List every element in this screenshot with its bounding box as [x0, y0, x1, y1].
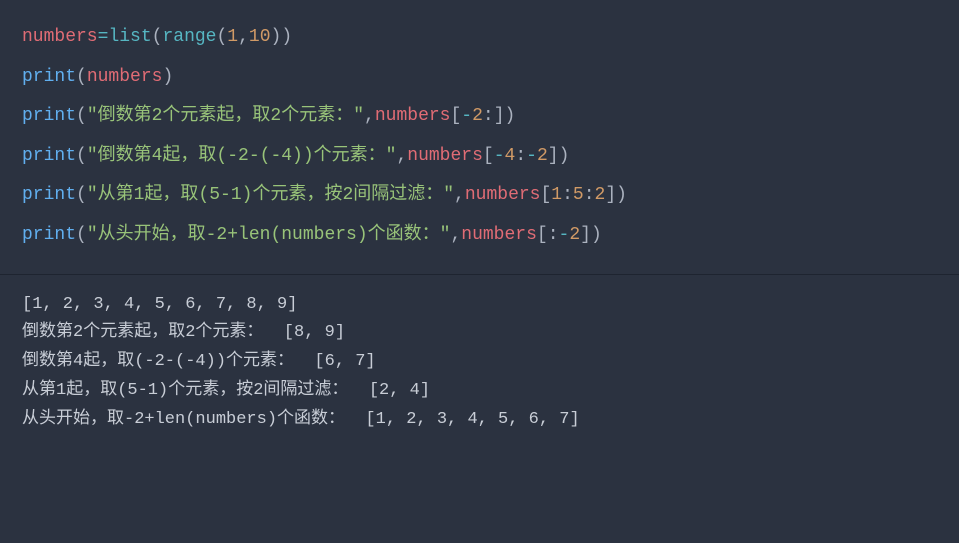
code-line: print("倒数第2个元素起，取2个元素：",numbers[-2:]) [22, 97, 937, 137]
code-line: numbers=list(range(1,10)) [22, 18, 937, 58]
code-token: 1 [551, 185, 562, 205]
code-token: ( [76, 185, 87, 205]
code-token: numbers [87, 67, 163, 87]
code-token: - [559, 225, 570, 245]
code-token: 1 [227, 27, 238, 47]
code-token: : [584, 185, 595, 205]
code-token: ( [76, 67, 87, 87]
code-token: "倒数第4起，取(-2-(-4))个元素：" [87, 146, 397, 166]
code-token: ]) [605, 185, 627, 205]
code-token: numbers [407, 146, 483, 166]
code-token: )) [271, 27, 293, 47]
code-token: , [364, 106, 375, 126]
code-token: = [98, 27, 109, 47]
code-token: "倒数第2个元素起，取2个元素：" [87, 106, 364, 126]
code-token: : [515, 146, 526, 166]
code-token: 2 [595, 185, 606, 205]
code-token: ( [216, 27, 227, 47]
code-token: - [494, 146, 505, 166]
code-token: range [162, 27, 216, 47]
code-token: "从头开始，取-2+len(numbers)个函数：" [87, 225, 451, 245]
code-token: ]) [548, 146, 570, 166]
output-line: 从第1起，取(5-1)个元素，按2间隔过滤： [2, 4] [22, 377, 937, 406]
code-token: print [22, 185, 76, 205]
code-token: 2 [569, 225, 580, 245]
code-token: : [562, 185, 573, 205]
code-token: numbers [22, 27, 98, 47]
code-line: print("倒数第4起，取(-2-(-4))个元素：",numbers[-4:… [22, 137, 937, 177]
code-token: list [108, 27, 151, 47]
code-token: ]) [580, 225, 602, 245]
code-token: , [396, 146, 407, 166]
code-token: numbers [461, 225, 537, 245]
output-line: 倒数第4起，取(-2-(-4))个元素： [6, 7] [22, 348, 937, 377]
code-token: ( [76, 106, 87, 126]
output-panel: [1, 2, 3, 4, 5, 6, 7, 8, 9] 倒数第2个元素起，取2个… [0, 275, 959, 451]
code-token: 2 [472, 106, 483, 126]
code-line: print("从头开始，取-2+len(numbers)个函数：",number… [22, 216, 937, 256]
code-token: 10 [249, 27, 271, 47]
code-token: [ [483, 146, 494, 166]
code-token: - [461, 106, 472, 126]
code-line: print(numbers) [22, 58, 937, 98]
output-line: [1, 2, 3, 4, 5, 6, 7, 8, 9] [22, 291, 937, 320]
code-token: ( [152, 27, 163, 47]
code-token: print [22, 106, 76, 126]
code-token: print [22, 67, 76, 87]
code-token: [: [537, 225, 559, 245]
code-token: 4 [505, 146, 516, 166]
code-token: print [22, 225, 76, 245]
output-line: 倒数第2个元素起，取2个元素： [8, 9] [22, 319, 937, 348]
code-token: [ [540, 185, 551, 205]
code-token: numbers [465, 185, 541, 205]
code-token: ]) [494, 106, 516, 126]
code-token: numbers [375, 106, 451, 126]
code-token: ( [76, 225, 87, 245]
code-token: , [454, 185, 465, 205]
code-token: : [483, 106, 494, 126]
code-token: 2 [537, 146, 548, 166]
code-line: print("从第1起，取(5-1)个元素，按2间隔过滤：",numbers[1… [22, 176, 937, 216]
output-line: 从头开始，取-2+len(numbers)个函数： [1, 2, 3, 4, 5… [22, 406, 937, 435]
code-token: print [22, 146, 76, 166]
code-token: - [526, 146, 537, 166]
code-token: ) [162, 67, 173, 87]
code-token: ( [76, 146, 87, 166]
code-editor-panel: numbers=list(range(1,10)) print(numbers)… [0, 0, 959, 275]
code-token: 5 [573, 185, 584, 205]
code-token: , [450, 225, 461, 245]
code-token: , [238, 27, 249, 47]
code-token: "从第1起，取(5-1)个元素，按2间隔过滤：" [87, 185, 454, 205]
code-token: [ [450, 106, 461, 126]
